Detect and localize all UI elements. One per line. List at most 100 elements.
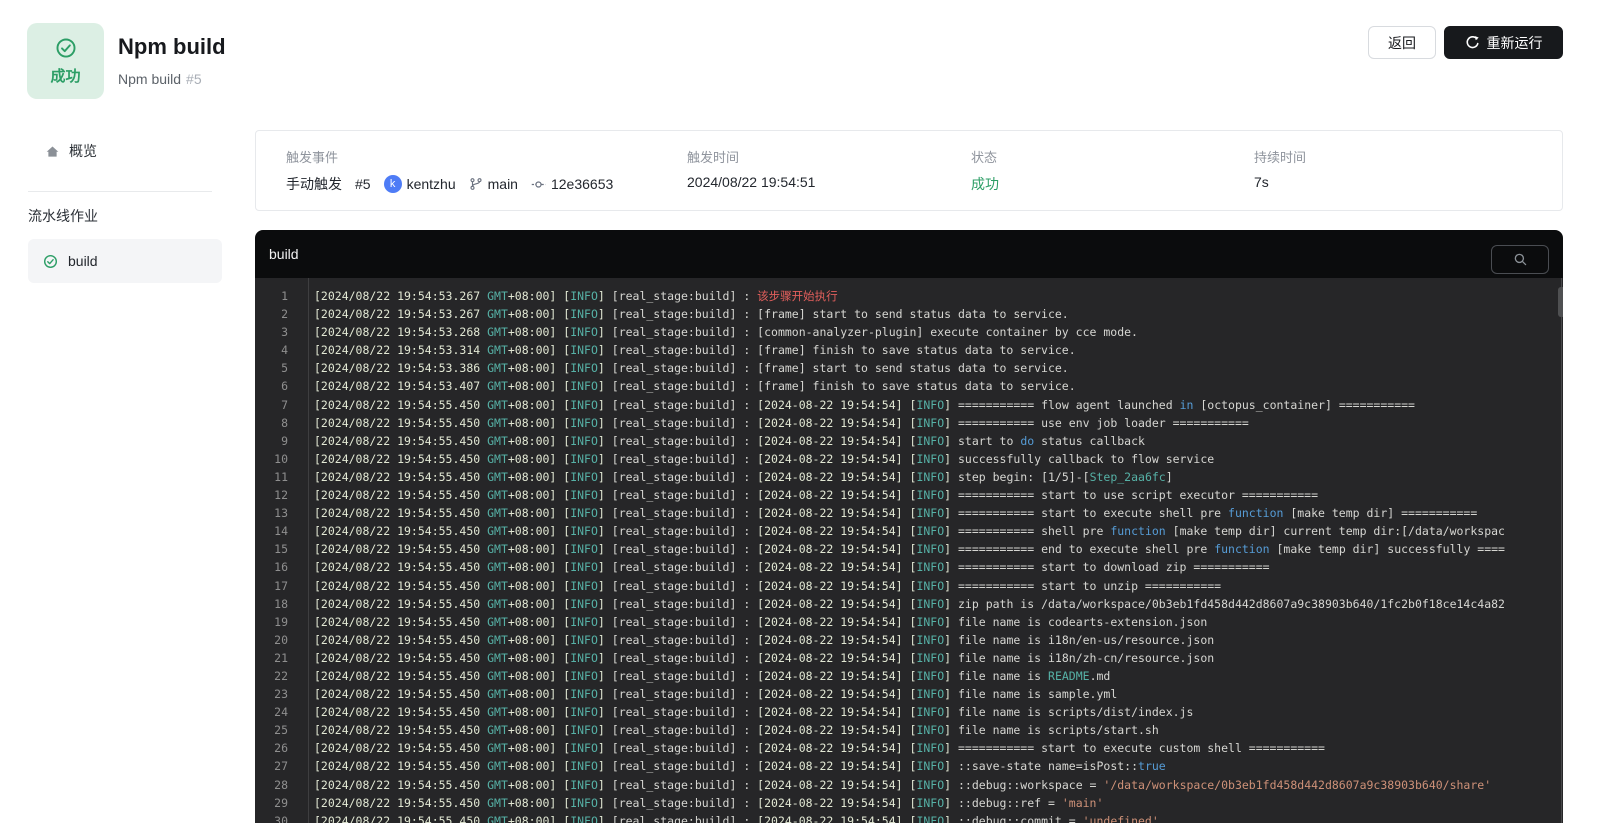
- status-label: 状态: [971, 147, 997, 166]
- log-panel-header: build: [255, 230, 1563, 278]
- log-line-text: [2024/08/22 19:54:55.450 GMT+08:00] [INF…: [308, 649, 1550, 667]
- log-line-number: 29: [255, 794, 308, 812]
- log-line-text: [2024/08/22 19:54:55.450 GMT+08:00] [INF…: [308, 468, 1550, 486]
- log-lines: 1[2024/08/22 19:54:53.267 GMT+08:00] [IN…: [255, 287, 1563, 823]
- git-branch-icon: [469, 177, 483, 191]
- log-gutter-divider: [308, 278, 309, 823]
- log-line: 28[2024/08/22 19:54:55.450 GMT+08:00] [I…: [255, 776, 1563, 794]
- log-line-text: [2024/08/22 19:54:55.450 GMT+08:00] [INF…: [308, 794, 1550, 812]
- log-line: 21[2024/08/22 19:54:55.450 GMT+08:00] [I…: [255, 649, 1563, 667]
- log-line: 2[2024/08/22 19:54:53.267 GMT+08:00] [IN…: [255, 305, 1563, 323]
- refresh-icon: [1465, 35, 1480, 50]
- commit-ref[interactable]: 12e36653: [531, 176, 613, 192]
- log-line-text: [2024/08/22 19:54:55.450 GMT+08:00] [INF…: [308, 613, 1550, 631]
- commit-id: 12e36653: [551, 176, 613, 192]
- log-line-number: 11: [255, 468, 308, 486]
- trigger-time-label: 触发时间: [687, 147, 739, 166]
- log-line-text: [2024/08/22 19:54:53.314 GMT+08:00] [INF…: [308, 341, 1550, 359]
- trigger-event-label: 触发事件: [286, 147, 338, 166]
- run-info-card: 触发事件 手动触发 #5 k kentzhu main 12e36653 触发时…: [255, 130, 1563, 211]
- log-line: 12[2024/08/22 19:54:55.450 GMT+08:00] [I…: [255, 486, 1563, 504]
- check-circle-icon: [43, 254, 58, 269]
- rerun-button[interactable]: 重新运行: [1444, 26, 1563, 59]
- log-line-text: [2024/08/22 19:54:55.450 GMT+08:00] [INF…: [308, 685, 1550, 703]
- git-commit-icon: [531, 177, 546, 192]
- trigger-user: k kentzhu: [384, 175, 456, 193]
- log-line-text: [2024/08/22 19:54:55.450 GMT+08:00] [INF…: [308, 631, 1550, 649]
- log-line-text: [2024/08/22 19:54:55.450 GMT+08:00] [INF…: [308, 486, 1550, 504]
- log-line: 14[2024/08/22 19:54:55.450 GMT+08:00] [I…: [255, 522, 1563, 540]
- log-line: 1[2024/08/22 19:54:53.267 GMT+08:00] [IN…: [255, 287, 1563, 305]
- log-line-number: 12: [255, 486, 308, 504]
- log-line-number: 16: [255, 558, 308, 576]
- log-line: 22[2024/08/22 19:54:55.450 GMT+08:00] [I…: [255, 667, 1563, 685]
- sidebar-item-job-build[interactable]: build: [28, 239, 222, 283]
- log-line-number: 2: [255, 305, 308, 323]
- log-line: 5[2024/08/22 19:54:53.386 GMT+08:00] [IN…: [255, 359, 1563, 377]
- log-line-text: [2024/08/22 19:54:55.450 GMT+08:00] [INF…: [308, 522, 1550, 540]
- sidebar-item-overview[interactable]: 概览: [24, 136, 224, 166]
- log-line: 29[2024/08/22 19:54:55.450 GMT+08:00] [I…: [255, 794, 1563, 812]
- log-body: 1[2024/08/22 19:54:53.267 GMT+08:00] [IN…: [255, 278, 1563, 823]
- log-line-number: 7: [255, 396, 308, 414]
- duration-value: 7s: [1254, 174, 1269, 190]
- log-line-number: 13: [255, 504, 308, 522]
- log-line: 30[2024/08/22 19:54:55.450 GMT+08:00] [I…: [255, 812, 1563, 823]
- log-line-text: [2024/08/22 19:54:55.450 GMT+08:00] [INF…: [308, 558, 1550, 576]
- log-line-number: 10: [255, 450, 308, 468]
- log-search-button[interactable]: [1491, 245, 1549, 274]
- log-line-number: 14: [255, 522, 308, 540]
- log-line-number: 8: [255, 414, 308, 432]
- user-name: kentzhu: [407, 176, 456, 192]
- log-line: 24[2024/08/22 19:54:55.450 GMT+08:00] [I…: [255, 703, 1563, 721]
- log-line: 20[2024/08/22 19:54:55.450 GMT+08:00] [I…: [255, 631, 1563, 649]
- log-line: 27[2024/08/22 19:54:55.450 GMT+08:00] [I…: [255, 757, 1563, 775]
- back-button[interactable]: 返回: [1368, 26, 1436, 59]
- page-subtitle-name: Npm build: [118, 71, 181, 87]
- log-line-number: 27: [255, 757, 308, 775]
- log-line-number: 28: [255, 776, 308, 794]
- log-line-text: [2024/08/22 19:54:55.450 GMT+08:00] [INF…: [308, 396, 1550, 414]
- status-badge: 成功: [27, 23, 104, 99]
- trigger-time-value: 2024/08/22 19:54:51: [687, 174, 815, 190]
- log-line-number: 22: [255, 667, 308, 685]
- branch-ref[interactable]: main: [469, 176, 518, 192]
- log-line-number: 25: [255, 721, 308, 739]
- log-line-number: 19: [255, 613, 308, 631]
- log-line: 9[2024/08/22 19:54:55.450 GMT+08:00] [IN…: [255, 432, 1563, 450]
- log-line-number: 3: [255, 323, 308, 341]
- sidebar-divider: [28, 191, 212, 192]
- log-line-number: 1: [255, 287, 308, 305]
- log-line-text: [2024/08/22 19:54:55.450 GMT+08:00] [INF…: [308, 504, 1550, 522]
- log-line-text: [2024/08/22 19:54:53.267 GMT+08:00] [INF…: [308, 287, 1550, 305]
- check-circle-icon: [55, 37, 77, 59]
- log-line-text: [2024/08/22 19:54:53.268 GMT+08:00] [INF…: [308, 323, 1550, 341]
- sidebar-item-overview-label: 概览: [69, 141, 97, 161]
- log-line: 13[2024/08/22 19:54:55.450 GMT+08:00] [I…: [255, 504, 1563, 522]
- log-line: 16[2024/08/22 19:54:55.450 GMT+08:00] [I…: [255, 558, 1563, 576]
- log-line: 15[2024/08/22 19:54:55.450 GMT+08:00] [I…: [255, 540, 1563, 558]
- log-line-text: [2024/08/22 19:54:55.450 GMT+08:00] [INF…: [308, 757, 1550, 775]
- search-icon: [1513, 252, 1528, 267]
- log-line-text: [2024/08/22 19:54:55.450 GMT+08:00] [INF…: [308, 595, 1550, 613]
- log-line: 23[2024/08/22 19:54:55.450 GMT+08:00] [I…: [255, 685, 1563, 703]
- log-line: 10[2024/08/22 19:54:55.450 GMT+08:00] [I…: [255, 450, 1563, 468]
- home-icon: [45, 144, 60, 159]
- log-line-text: [2024/08/22 19:54:53.267 GMT+08:00] [INF…: [308, 305, 1550, 323]
- sidebar-item-job-label: build: [68, 253, 98, 269]
- trigger-type: 手动触发: [286, 174, 342, 194]
- log-line: 26[2024/08/22 19:54:55.450 GMT+08:00] [I…: [255, 739, 1563, 757]
- log-line-number: 20: [255, 631, 308, 649]
- log-job-title: build: [269, 246, 299, 262]
- log-scrollbar-track: [1561, 278, 1562, 823]
- log-scrollbar-thumb[interactable]: [1558, 287, 1563, 317]
- log-line: 7[2024/08/22 19:54:55.450 GMT+08:00] [IN…: [255, 396, 1563, 414]
- avatar: k: [384, 175, 402, 193]
- pipeline-run-page: { "header": { "status_badge": "成功", "tit…: [0, 0, 1610, 823]
- trigger-event-value: 手动触发 #5 k kentzhu main 12e36653: [286, 174, 613, 194]
- log-line: 8[2024/08/22 19:54:55.450 GMT+08:00] [IN…: [255, 414, 1563, 432]
- log-line: 17[2024/08/22 19:54:55.450 GMT+08:00] [I…: [255, 577, 1563, 595]
- log-line-text: [2024/08/22 19:54:55.450 GMT+08:00] [INF…: [308, 540, 1550, 558]
- log-line-number: 4: [255, 341, 308, 359]
- log-line-text: [2024/08/22 19:54:55.450 GMT+08:00] [INF…: [308, 667, 1550, 685]
